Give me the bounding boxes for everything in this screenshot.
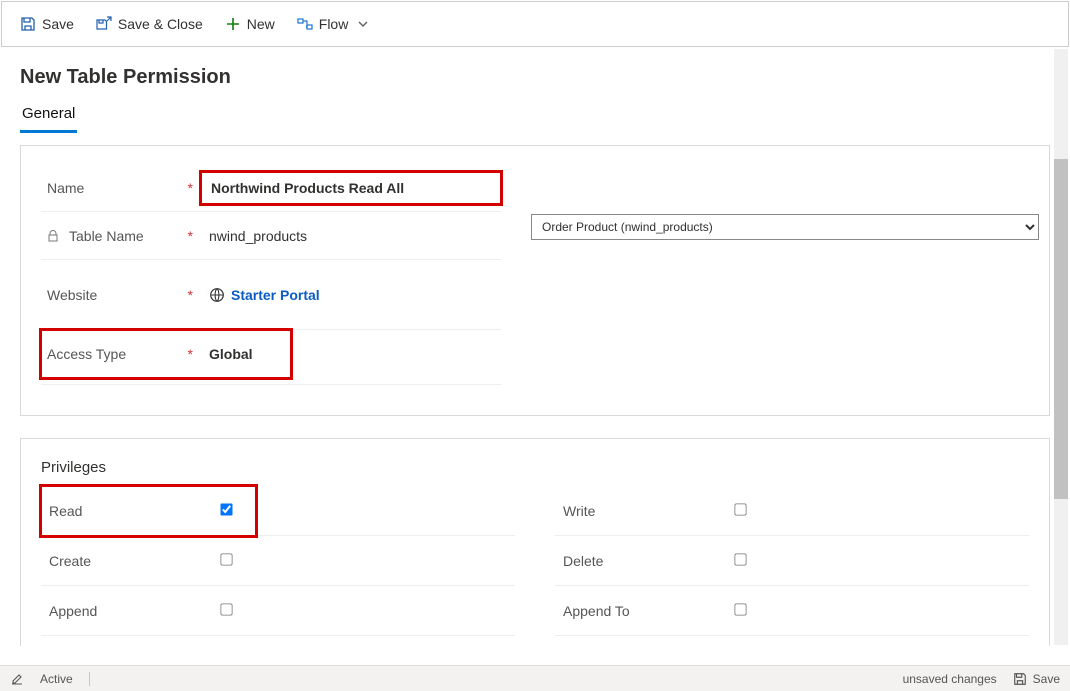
status-active: Active [40,672,73,686]
read-label: Read [41,503,211,519]
save-icon [20,16,36,32]
globe-icon [209,287,225,303]
new-label: New [247,16,275,32]
privileges-card: Privileges Read Create Append [20,438,1050,646]
unsaved-text: unsaved changes [903,672,997,686]
website-field-row: Website * Starter Portal [41,260,501,330]
general-card: Name * Northwind Products Read All Table… [20,145,1050,416]
privilege-append-row: Append [41,586,515,636]
privilege-create-row: Create [41,536,515,586]
table-name-value: nwind_products [201,220,501,252]
privilege-delete-row: Delete [555,536,1029,586]
chevron-down-icon [358,19,368,29]
save-close-icon [96,16,112,32]
appendto-checkbox[interactable] [734,603,746,615]
access-type-label: Access Type [47,346,126,362]
appendto-label: Append To [555,603,725,619]
content-area: New Table Permission General Name * Nort… [0,48,1070,646]
privileges-title: Privileges [31,457,1039,486]
flow-button[interactable]: Flow [287,10,379,38]
read-checkbox[interactable] [220,503,232,515]
save-label: Save [42,16,74,32]
edit-status-icon[interactable] [10,672,24,686]
tab-general[interactable]: General [20,101,77,133]
scrollbar-thumb[interactable] [1054,159,1068,499]
website-label: Website [47,287,97,303]
save-icon [1013,672,1027,686]
privilege-read-row: Read [41,486,256,536]
required-asterisk: * [188,228,193,244]
required-asterisk: * [188,180,193,196]
table-lookup-select[interactable]: Order Product (nwind_products) [531,214,1039,240]
save-button[interactable]: Save [10,10,84,38]
write-label: Write [555,503,725,519]
table-name-label: Table Name [69,228,144,244]
required-asterisk: * [188,346,193,362]
flow-icon [297,16,313,32]
save-close-button[interactable]: Save & Close [86,10,213,38]
name-label: Name [47,180,84,196]
page-title: New Table Permission [20,66,1050,89]
write-checkbox[interactable] [734,503,746,515]
new-button[interactable]: New [215,10,285,38]
access-type-field-row: Access Type * Global [41,330,291,378]
website-value[interactable]: Starter Portal [201,279,501,311]
create-label: Create [41,553,211,569]
tab-strip: General [20,101,1050,133]
required-asterisk: * [188,287,193,303]
scrollbar-track[interactable] [1054,49,1068,645]
plus-icon [225,16,241,32]
delete-label: Delete [555,553,725,569]
flow-label: Flow [319,16,349,32]
name-field-row: Name * Northwind Products Read All [41,164,501,212]
status-bar: Active unsaved changes Save [0,665,1070,691]
append-label: Append [41,603,211,619]
command-bar: Save Save & Close New Flow [1,1,1069,47]
delete-checkbox[interactable] [734,553,746,565]
name-value[interactable]: Northwind Products Read All [201,172,501,204]
table-name-field-row: Table Name * nwind_products [41,212,501,260]
status-save-label: Save [1033,672,1060,686]
privilege-write-row: Write [555,486,1029,536]
lock-icon [47,230,59,242]
status-save-button[interactable]: Save [1013,672,1060,686]
access-type-value[interactable]: Global [201,338,291,370]
append-checkbox[interactable] [220,603,232,615]
save-close-label: Save & Close [118,16,203,32]
status-divider [89,672,90,686]
create-checkbox[interactable] [220,553,232,565]
privilege-appendto-row: Append To [555,586,1029,636]
website-link-text: Starter Portal [231,287,320,303]
